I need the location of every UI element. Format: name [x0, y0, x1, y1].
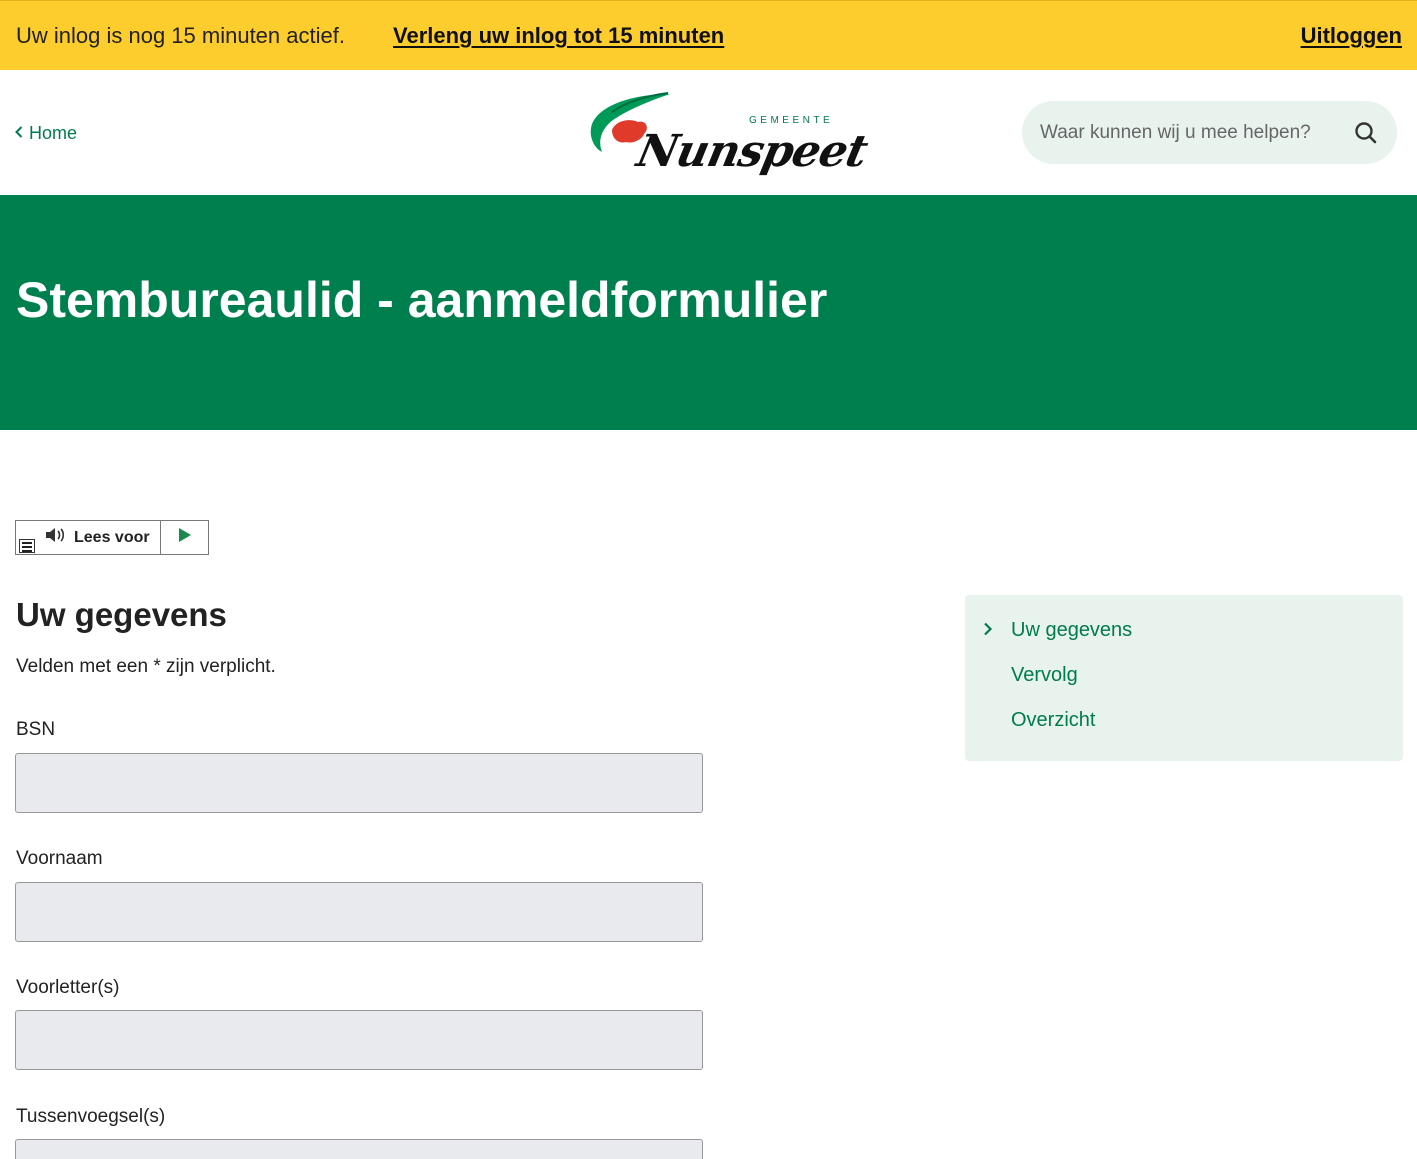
required-fields-note: Velden met een * zijn verplicht. — [16, 656, 276, 677]
page-title: Stembureaulid - aanmeldformulier — [16, 272, 828, 328]
form-section-title: Uw gegevens — [16, 596, 227, 633]
step-vervolg[interactable]: Vervolg — [1011, 664, 1078, 687]
site-header: Home GEMEENTE Nunspeet — [0, 70, 1417, 195]
play-icon — [178, 527, 192, 548]
search-icon[interactable] — [1353, 120, 1379, 146]
home-link-label: Home — [29, 123, 78, 143]
logo-name-text: Nunspeet — [632, 126, 872, 177]
search-box — [1022, 101, 1397, 164]
session-message: Uw inlog is nog 15 minuten actief. — [16, 23, 345, 48]
voornaam-label: Voornaam — [16, 848, 103, 869]
voorletters-label: Voorletter(s) — [16, 977, 120, 998]
chevron-right-icon — [983, 622, 993, 641]
bsn-label: BSN — [16, 719, 56, 740]
chevron-left-icon — [15, 125, 23, 141]
voornaam-input[interactable] — [15, 882, 703, 942]
nunspeet-logo[interactable]: GEMEENTE Nunspeet — [586, 90, 871, 178]
home-link[interactable]: Home — [15, 123, 77, 144]
menu-icon — [19, 539, 35, 553]
bsn-input[interactable] — [15, 753, 703, 813]
step-uw-gegevens[interactable]: Uw gegevens — [1011, 619, 1132, 642]
voorletters-input[interactable] — [15, 1010, 703, 1070]
hero-banner: Stembureaulid - aanmeldformulier — [0, 195, 1417, 430]
tussenvoegsels-label: Tussenvoegsel(s) — [16, 1106, 166, 1127]
logout-link[interactable]: Uitloggen — [1301, 23, 1402, 49]
read-aloud-label: Lees voor — [74, 528, 150, 546]
speaker-icon — [44, 526, 68, 549]
play-button[interactable] — [161, 521, 208, 554]
read-aloud-widget: Lees voor — [15, 520, 209, 555]
tussenvoegsels-input[interactable] — [15, 1139, 703, 1159]
logo-gemeente-text: GEMEENTE — [749, 115, 834, 126]
read-aloud-button[interactable]: Lees voor — [38, 521, 161, 554]
step-overzicht[interactable]: Overzicht — [1011, 709, 1095, 732]
session-bar: Uw inlog is nog 15 minuten actief. Verle… — [0, 0, 1417, 70]
read-aloud-menu-button[interactable] — [16, 521, 38, 554]
extend-session-link[interactable]: Verleng uw inlog tot 15 minuten — [393, 23, 724, 49]
search-input[interactable] — [1040, 101, 1340, 164]
form-steps-nav: Uw gegevens Vervolg Overzicht — [965, 595, 1403, 761]
